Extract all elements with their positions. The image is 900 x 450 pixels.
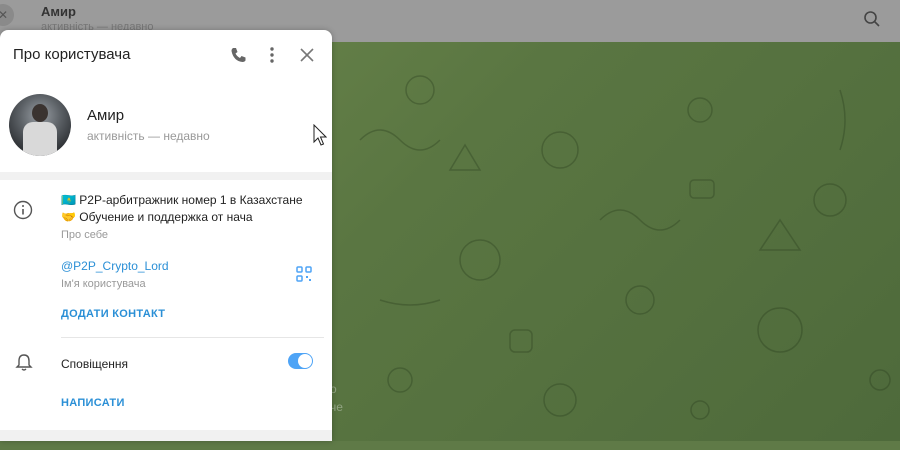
user-name: Амир bbox=[87, 107, 125, 124]
divider bbox=[61, 337, 324, 338]
section-divider bbox=[0, 172, 332, 180]
user-info-panel: Про користувача Амир активність — недавн… bbox=[0, 30, 332, 441]
bell-icon bbox=[15, 354, 33, 371]
close-icon[interactable] bbox=[297, 45, 317, 65]
background-message: о че bbox=[330, 352, 360, 450]
background-message-line: че bbox=[330, 400, 343, 414]
qr-code-icon[interactable] bbox=[296, 266, 312, 282]
bio-label: Про себе bbox=[61, 229, 108, 241]
search-icon[interactable] bbox=[863, 10, 881, 28]
chat-title[interactable]: Амир bbox=[41, 4, 76, 19]
username-label: Ім'я користувача bbox=[61, 278, 146, 290]
mouse-cursor-icon bbox=[313, 124, 327, 146]
bio-line: 🤝 Обучение и поддержка от нача bbox=[61, 210, 253, 224]
user-status: активність — недавно bbox=[87, 129, 210, 143]
bio-line: 🇰🇿 P2P-арбитражник номер 1 в Казахстане bbox=[61, 193, 303, 207]
avatar-body bbox=[23, 122, 57, 156]
toggle-knob bbox=[298, 354, 312, 368]
avatar[interactable] bbox=[9, 94, 71, 156]
more-vertical-icon[interactable] bbox=[262, 45, 282, 65]
write-message-button[interactable]: НАПИСАТИ bbox=[61, 397, 125, 409]
background-message-line: о bbox=[330, 382, 337, 396]
panel-title: Про користувача bbox=[13, 46, 131, 63]
add-contact-button[interactable]: ДОДАТИ КОНТАКТ bbox=[61, 308, 165, 320]
phone-icon[interactable] bbox=[228, 45, 248, 65]
close-icon[interactable]: ✕ bbox=[0, 4, 14, 26]
username-link[interactable]: @P2P_Crypto_Lord bbox=[61, 259, 169, 273]
notifications-label: Сповіщення bbox=[61, 357, 129, 371]
avatar-head bbox=[32, 104, 48, 122]
bio-text: 🇰🇿 P2P-арбитражник номер 1 в Казахстане … bbox=[61, 192, 303, 226]
notifications-toggle[interactable] bbox=[288, 353, 313, 369]
info-icon bbox=[13, 200, 33, 220]
section-divider bbox=[0, 430, 332, 441]
